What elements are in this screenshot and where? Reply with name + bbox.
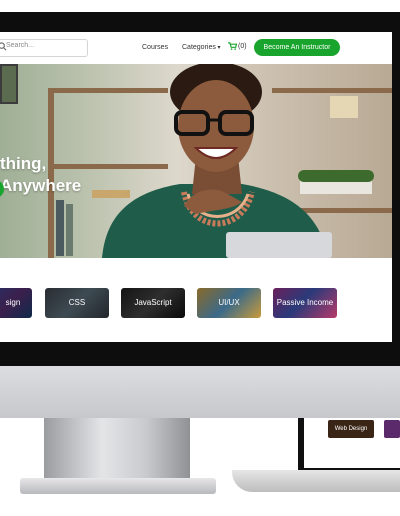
laptop-category-label: Web Design — [334, 426, 368, 432]
category-web-design[interactable]: sign — [0, 288, 32, 318]
category-css[interactable]: CSS — [45, 288, 109, 318]
wall-picture-frame — [0, 64, 18, 104]
book — [56, 200, 64, 256]
category-label: sign — [5, 298, 21, 307]
laptop-category-partial[interactable] — [384, 420, 400, 438]
nav-categories-dropdown[interactable]: Categories ▾ — [182, 44, 221, 51]
monitor-stand-base — [20, 478, 216, 494]
category-ui-ux[interactable]: UI/UX — [197, 288, 261, 318]
hero-banner: thing, Anywhere — [0, 64, 392, 258]
cart-icon — [228, 42, 237, 50]
nav-categories-label: Categories — [182, 44, 216, 51]
hero-title-line2: Anywhere — [0, 176, 82, 195]
category-label: UI/UX — [218, 298, 240, 307]
top-nav: Search... Courses Categories ▾ (0) Becom… — [0, 32, 392, 64]
category-label: Passive Income — [276, 298, 334, 307]
category-javascript[interactable]: JavaScript — [121, 288, 185, 318]
category-passive-income[interactable]: Passive Income — [273, 288, 337, 318]
chevron-down-icon: ▾ — [215, 45, 221, 51]
monitor-screen: Search... Courses Categories ▾ (0) Becom… — [0, 32, 392, 342]
shelf-item — [330, 96, 358, 118]
hero-person-photo — [102, 64, 332, 258]
monitor-stand-neck — [44, 418, 190, 482]
become-instructor-button[interactable]: Become An Instructor — [254, 39, 340, 56]
hero-title-line1: thing, — [0, 154, 47, 173]
laptop-base — [232, 470, 400, 492]
book — [66, 204, 73, 256]
cart-count: (0) — [238, 42, 247, 50]
nav-courses-link[interactable]: Courses — [142, 44, 168, 51]
bookshelf-left-post — [48, 88, 54, 258]
search-input[interactable]: Search... — [6, 42, 34, 49]
monitor-chin — [0, 366, 400, 418]
category-label: CSS — [68, 298, 86, 307]
laptop-category-web-design[interactable]: Web Design — [328, 420, 374, 438]
cart-button[interactable]: (0) — [228, 42, 247, 50]
category-label: JavaScript — [134, 298, 172, 307]
